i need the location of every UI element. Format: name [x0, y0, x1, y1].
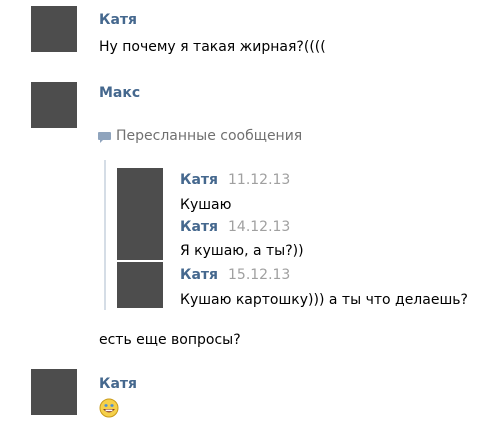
- forwarded-date[interactable]: 11.12.13: [228, 171, 290, 189]
- forwarded-text: Я кушаю, а ты?)): [180, 243, 304, 259]
- forwarded-messages-label: Пересланные сообщения: [116, 128, 303, 144]
- message-author-name[interactable]: Катя: [99, 11, 137, 29]
- message-author-name[interactable]: Макс: [99, 84, 140, 102]
- forwarded-author-name[interactable]: Катя: [180, 266, 218, 284]
- forwarded-avatar[interactable]: [117, 168, 163, 214]
- avatar[interactable]: [31, 6, 77, 52]
- forwarded-avatar[interactable]: [117, 262, 163, 308]
- forwarded-date[interactable]: 14.12.13: [228, 218, 290, 236]
- forwarded-date[interactable]: 15.12.13: [228, 266, 290, 284]
- forwarded-text: Кушаю: [180, 197, 232, 213]
- message-text: Ну почему я такая жирная?((((: [99, 39, 326, 55]
- message-text: есть еще вопросы?: [99, 332, 241, 348]
- forwarded-text: Кушаю картошку))) а ты что делаешь?: [180, 292, 468, 308]
- avatar[interactable]: [31, 82, 77, 128]
- forwarded-avatar[interactable]: [117, 214, 163, 260]
- forwarded-author-name[interactable]: Катя: [180, 171, 218, 189]
- forwarded-quote-bar: [104, 160, 106, 310]
- avatar[interactable]: [31, 369, 77, 415]
- forwarded-author-name[interactable]: Катя: [180, 218, 218, 236]
- forwarded-messages-icon: [98, 129, 112, 148]
- message-author-name[interactable]: Катя: [99, 375, 137, 393]
- smiling-face-emoji-icon: [99, 398, 119, 422]
